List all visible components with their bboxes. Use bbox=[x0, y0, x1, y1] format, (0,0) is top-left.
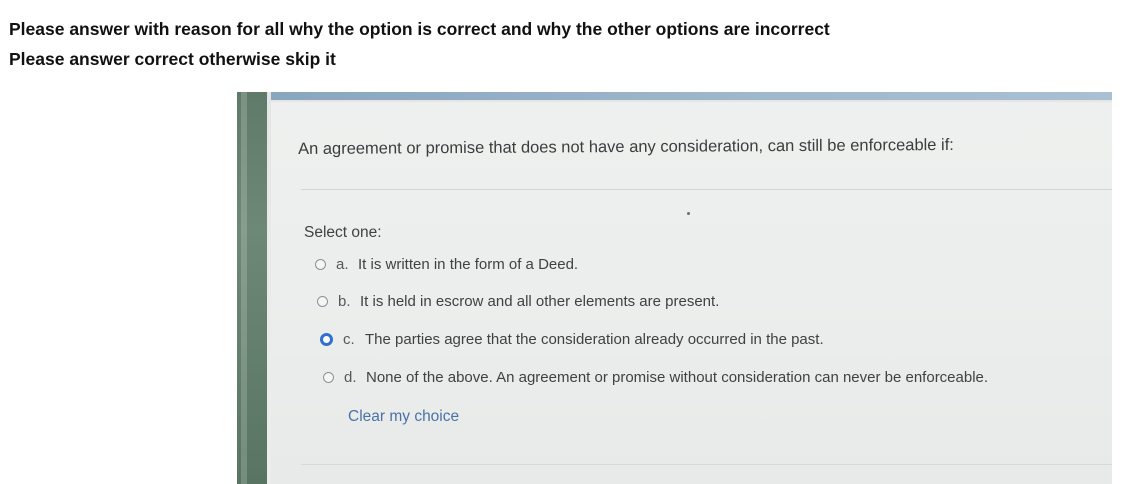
option-c-label: The parties agree that the consideration… bbox=[365, 331, 824, 348]
page-left-strip bbox=[237, 92, 267, 484]
radio-button-c-selected[interactable] bbox=[320, 333, 333, 346]
option-a-letter: a. bbox=[336, 256, 349, 273]
photo-speck bbox=[687, 212, 690, 215]
option-d-label: None of the above. An agreement or promi… bbox=[366, 369, 989, 386]
question-text: An agreement or promise that does not ha… bbox=[298, 135, 954, 158]
quiz-screenshot: An agreement or promise that does not ha… bbox=[237, 92, 1112, 484]
radio-button-a[interactable] bbox=[315, 259, 326, 270]
option-c[interactable]: c. The parties agree that the considerat… bbox=[320, 331, 824, 348]
option-b-letter: b. bbox=[338, 293, 351, 310]
instruction-line-2: Please answer correct otherwise skip it bbox=[9, 49, 336, 69]
option-c-letter: c. bbox=[343, 331, 355, 348]
instruction-line-1: Please answer with reason for all why th… bbox=[9, 19, 830, 39]
question-divider bbox=[301, 189, 1112, 190]
option-a[interactable]: a. It is written in the form of a Deed. bbox=[315, 256, 578, 273]
option-d-letter: d. bbox=[344, 369, 357, 386]
radio-button-b[interactable] bbox=[317, 296, 328, 307]
clear-my-choice-link[interactable]: Clear my choice bbox=[348, 408, 459, 426]
panel-bottom-edge bbox=[301, 464, 1112, 465]
header-bar bbox=[271, 92, 1112, 100]
select-one-label: Select one: bbox=[304, 224, 382, 241]
option-d[interactable]: d. None of the above. An agreement or pr… bbox=[323, 369, 988, 386]
radio-button-d[interactable] bbox=[323, 372, 334, 383]
option-b-label: It is held in escrow and all other eleme… bbox=[360, 293, 720, 310]
option-a-label: It is written in the form of a Deed. bbox=[358, 256, 579, 273]
option-b[interactable]: b. It is held in escrow and all other el… bbox=[317, 293, 719, 310]
